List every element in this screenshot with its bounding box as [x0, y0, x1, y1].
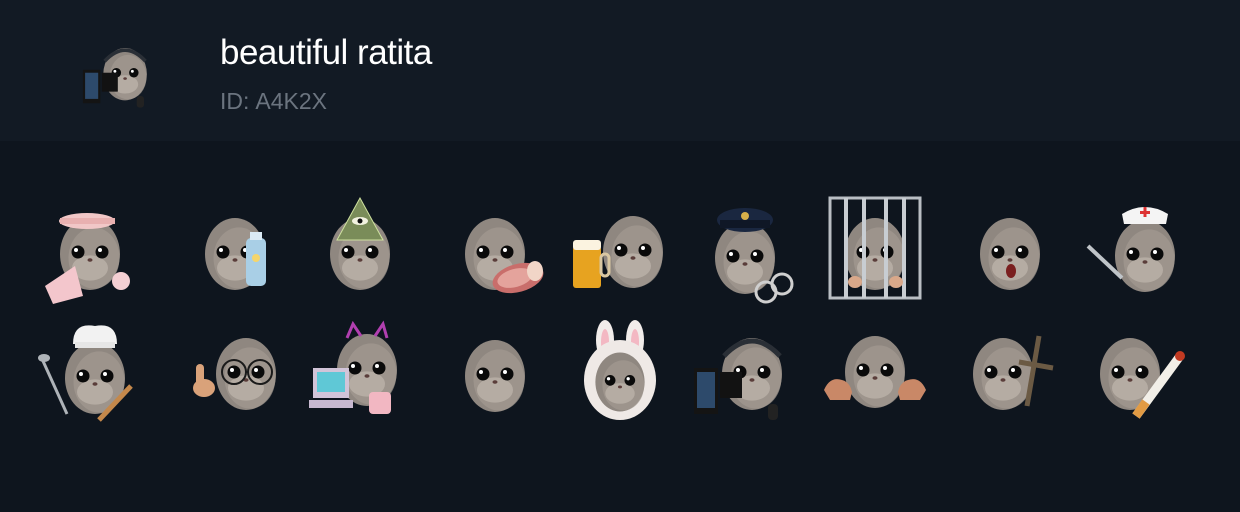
hamster-nurse-sticker[interactable] [1080, 196, 1190, 306]
hamster-vaporwave-sticker[interactable] [305, 316, 415, 426]
hamster-illuminati-sticker-image [330, 196, 390, 290]
hamster-jail-sticker-image [828, 196, 922, 300]
hamster-bunny-hood-sticker-image [584, 320, 656, 420]
pack-id-value: A4K2X [255, 88, 327, 114]
pack-id: ID: A4K2X [220, 88, 327, 115]
hamster-shocked-sticker[interactable] [955, 196, 1065, 306]
hamster-illuminati-sticker[interactable] [305, 196, 415, 306]
hamster-sleep-mask-sticker-image [45, 213, 130, 304]
hamster-cross-sticker-image [973, 335, 1054, 410]
hamster-shocked-sticker-image [980, 218, 1040, 290]
hamster-police-sticker-image [715, 208, 794, 304]
hamster-chef-sticker-image [38, 325, 133, 422]
hamster-vaporwave-sticker-image [309, 320, 397, 414]
hamster-chef-sticker[interactable] [35, 316, 145, 426]
pack-title: beautiful ratita [220, 33, 432, 72]
pack-thumbnail [70, 32, 170, 112]
hamster-beer-sticker-image [573, 216, 663, 288]
hamster-muscles-sticker[interactable] [820, 316, 930, 426]
hamster-gamer-pc-sticker-image [694, 338, 782, 420]
pack-id-label: ID: [220, 88, 250, 114]
hamster-plain-sticker-image [465, 340, 525, 412]
hamster-baby-bottle-sticker[interactable] [180, 196, 290, 306]
hamster-gamer-pc-icon [82, 48, 147, 108]
hamster-ham-sticker-image [465, 218, 544, 294]
hamster-beer-sticker[interactable] [565, 196, 675, 306]
hamster-cigarette-sticker[interactable] [1080, 316, 1190, 426]
hamster-ham-sticker[interactable] [440, 196, 550, 306]
sticker-grid [0, 141, 1240, 512]
hamster-plain-sticker[interactable] [440, 316, 550, 426]
hamster-cigarette-sticker-image [1100, 338, 1185, 419]
hamster-nerd-glasses-sticker[interactable] [180, 316, 290, 426]
hamster-muscles-sticker-image [824, 336, 926, 408]
hamster-baby-bottle-sticker-image [205, 218, 266, 290]
hamster-cross-sticker[interactable] [955, 316, 1065, 426]
hamster-police-sticker[interactable] [690, 196, 800, 306]
hamster-bunny-hood-sticker[interactable] [565, 316, 675, 426]
hamster-sleep-mask-sticker[interactable] [35, 196, 145, 306]
hamster-jail-sticker[interactable] [820, 196, 930, 306]
hamster-nerd-glasses-sticker-image [193, 338, 276, 410]
hamster-gamer-pc-sticker[interactable] [690, 316, 800, 426]
hamster-nurse-sticker-image [1086, 207, 1175, 292]
pack-header: beautiful ratita ID: A4K2X [0, 0, 1240, 141]
